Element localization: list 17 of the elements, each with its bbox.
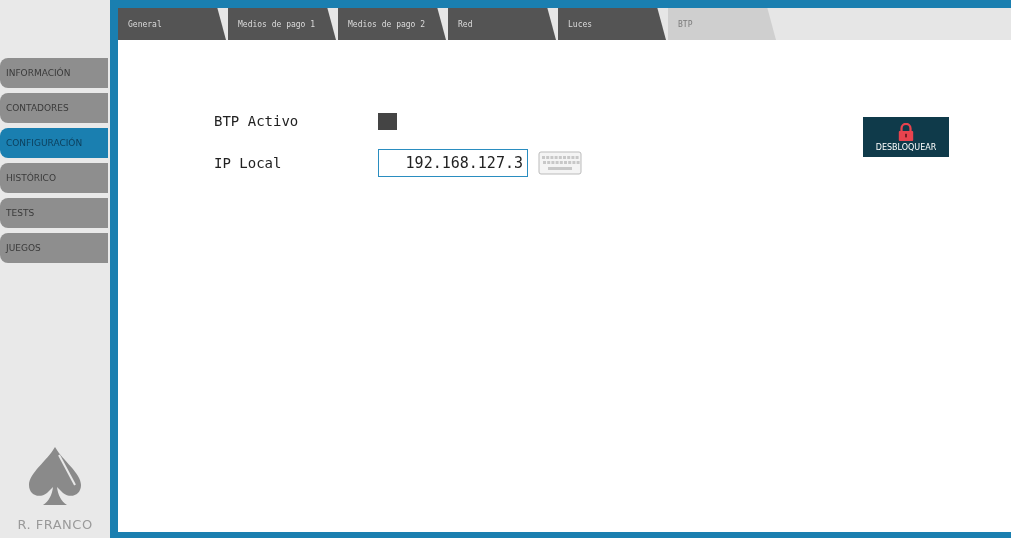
- sidebar-item[interactable]: TESTS: [0, 198, 108, 228]
- unlock-button[interactable]: DESBLOQUEAR: [863, 117, 949, 157]
- tab[interactable]: Luces: [558, 8, 666, 40]
- checkbox[interactable]: [378, 112, 397, 130]
- brand-name: R. FRANCO: [17, 517, 93, 532]
- input-field[interactable]: 192.168.127.3: [378, 149, 528, 177]
- tab[interactable]: Medios de pago 2: [338, 8, 446, 40]
- field-label: IP Local: [214, 155, 283, 171]
- tab[interactable]: Medios de pago 1: [228, 8, 336, 40]
- padlock-icon: [897, 122, 915, 141]
- field-label: BTP Activo: [214, 113, 300, 129]
- sidebar-item[interactable]: JUEGOS: [0, 233, 108, 263]
- sidebar-item[interactable]: CONTADORES: [0, 93, 108, 123]
- sidebar-item[interactable]: INFORMACIÓN: [0, 58, 108, 88]
- tab[interactable]: Red: [448, 8, 556, 40]
- sidebar-item[interactable]: HISTÓRICO: [0, 163, 108, 193]
- tab[interactable]: General: [118, 8, 226, 40]
